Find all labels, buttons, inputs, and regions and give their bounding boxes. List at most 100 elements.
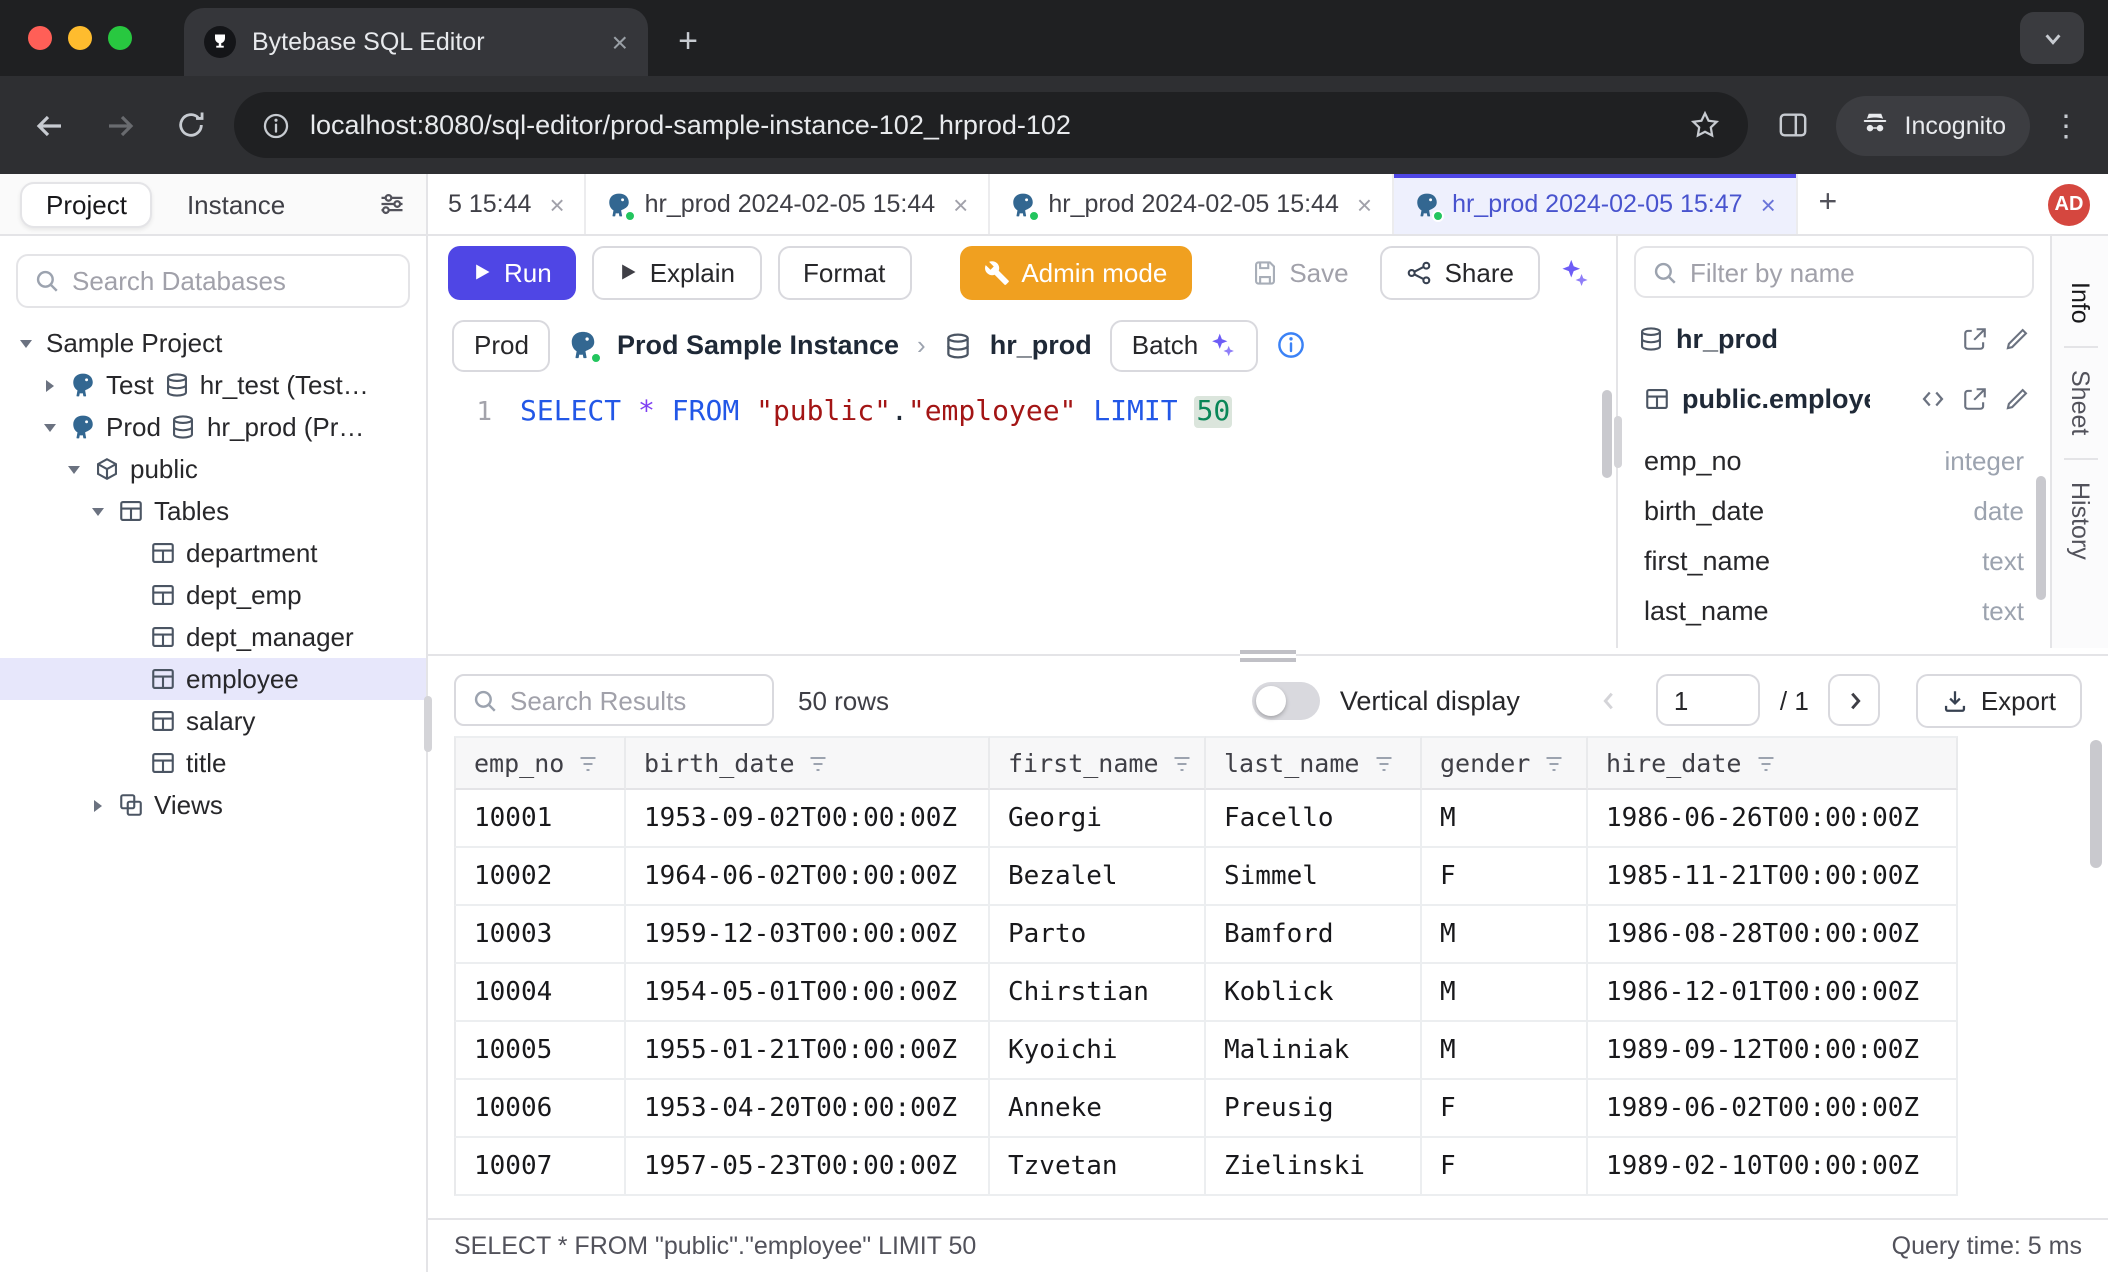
caret-down-icon[interactable] <box>64 459 84 479</box>
sort-icon[interactable] <box>1542 751 1566 775</box>
column-row-birth-date[interactable]: birth_datedate <box>1618 486 2050 536</box>
back-button[interactable] <box>24 99 76 151</box>
column-header-emp-no[interactable]: emp_no <box>454 736 626 790</box>
worksheet-tab-4[interactable]: hr_prod 2024-02-05 15:47× <box>1394 174 1798 234</box>
environment-chip[interactable]: Prod <box>452 319 551 371</box>
share-button[interactable]: Share <box>1381 245 1540 299</box>
tree-item-test[interactable]: Testhr_test (Test… <box>0 364 426 406</box>
sort-icon[interactable] <box>1371 751 1395 775</box>
edit-pencil-icon[interactable] <box>2004 385 2030 411</box>
tree-item-employee[interactable]: employee <box>0 658 426 700</box>
results-scrollbar[interactable] <box>2090 740 2102 868</box>
new-tab-button[interactable]: + <box>660 14 716 70</box>
column-header-first-name[interactable]: first_name <box>990 736 1206 790</box>
zoom-window-button[interactable] <box>108 26 132 50</box>
sql-editor[interactable]: 1 SELECT * FROM "public"."employee" LIMI… <box>428 382 1616 648</box>
tab-instance[interactable]: Instance <box>187 189 285 219</box>
explain-button[interactable]: Explain <box>592 245 761 299</box>
page-number-input[interactable] <box>1656 674 1760 726</box>
schema-database-row[interactable]: hr_prod <box>1618 312 2050 364</box>
close-tab-icon[interactable]: × <box>1761 189 1776 219</box>
editor-scrollbar[interactable] <box>1602 390 1612 478</box>
export-button[interactable]: Export <box>1917 673 2082 727</box>
sql-code-line[interactable]: SELECT * FROM "public"."employee" LIMIT … <box>520 396 1232 648</box>
forward-button[interactable] <box>94 99 146 151</box>
caret-right-icon[interactable] <box>88 795 108 815</box>
database-search-box[interactable] <box>16 254 410 308</box>
save-button[interactable]: Save <box>1235 245 1364 299</box>
side-tab-info[interactable]: Info <box>2066 260 2094 346</box>
column-row-emp-no[interactable]: emp_nointeger <box>1618 436 2050 486</box>
schema-filter-input[interactable] <box>1690 257 2016 287</box>
admin-mode-button[interactable]: Admin mode <box>959 245 1191 299</box>
database-search-input[interactable] <box>72 266 392 296</box>
side-panel-button[interactable] <box>1767 99 1819 151</box>
column-row-last-name[interactable]: last_nametext <box>1618 586 2050 636</box>
schema-table-row[interactable]: public.employee <box>1618 372 2050 424</box>
sort-icon[interactable] <box>576 751 600 775</box>
worksheet-tab-3[interactable]: hr_prod 2024-02-05 15:44× <box>990 174 1394 234</box>
run-button[interactable]: Run <box>448 245 576 299</box>
bookmark-star-icon[interactable] <box>1691 110 1721 140</box>
tree-item-public[interactable]: public <box>0 448 426 490</box>
filter-settings-button[interactable] <box>378 190 406 218</box>
close-tab-icon[interactable]: × <box>549 189 564 219</box>
horizontal-splitter[interactable] <box>428 648 2108 664</box>
close-tab-icon[interactable]: × <box>953 189 968 219</box>
format-button[interactable]: Format <box>777 245 911 299</box>
database-name[interactable]: hr_prod <box>990 330 1092 360</box>
splitter-grip[interactable] <box>1240 650 1296 662</box>
caret-down-icon[interactable] <box>40 417 60 437</box>
caret-down-icon[interactable] <box>16 333 36 353</box>
minimize-window-button[interactable] <box>68 26 92 50</box>
panel-resize-handle[interactable] <box>1614 416 1622 468</box>
add-worksheet-tab-button[interactable]: + <box>1798 174 1858 234</box>
column-header-gender[interactable]: gender <box>1422 736 1588 790</box>
tree-item-sample-project[interactable]: Sample Project <box>0 322 426 364</box>
worksheet-tab-1[interactable]: 5 15:44× <box>428 174 587 234</box>
url-bar[interactable]: localhost:8080/sql-editor/prod-sample-in… <box>234 92 1749 158</box>
code-icon[interactable] <box>1920 385 1946 411</box>
tree-item-prod[interactable]: Prodhr_prod (Pr… <box>0 406 426 448</box>
sort-icon[interactable] <box>1171 751 1195 775</box>
edit-pencil-icon[interactable] <box>2004 325 2030 351</box>
close-window-button[interactable] <box>28 26 52 50</box>
external-link-icon[interactable] <box>1962 325 1988 351</box>
vertical-display-toggle[interactable] <box>1252 681 1320 719</box>
batch-button[interactable]: Batch <box>1110 319 1259 371</box>
side-tab-history[interactable]: History <box>2066 459 2094 581</box>
schema-filter-box[interactable] <box>1634 246 2034 298</box>
column-row-first-name[interactable]: first_nametext <box>1618 536 2050 586</box>
browser-tab[interactable]: Bytebase SQL Editor × <box>184 8 648 76</box>
column-header-hire-date[interactable]: hire_date <box>1588 736 1958 790</box>
info-icon[interactable] <box>1276 330 1306 360</box>
caret-right-icon[interactable] <box>40 375 60 395</box>
close-tab-icon[interactable]: × <box>1357 189 1372 219</box>
next-page-button[interactable] <box>1829 674 1881 726</box>
results-search-box[interactable] <box>454 674 774 726</box>
tab-project[interactable]: Project <box>20 181 153 227</box>
caret-down-icon[interactable] <box>88 501 108 521</box>
sort-icon[interactable] <box>1753 751 1777 775</box>
close-tab-icon[interactable]: × <box>612 28 628 56</box>
tree-item-views[interactable]: Views <box>0 784 426 826</box>
user-avatar[interactable]: AD <box>2048 183 2090 225</box>
sort-icon[interactable] <box>807 751 831 775</box>
sidebar-resize-handle[interactable] <box>424 695 432 751</box>
instance-name[interactable]: Prod Sample Instance <box>617 330 899 360</box>
tree-item-dept-manager[interactable]: dept_manager <box>0 616 426 658</box>
side-tab-sheet[interactable]: Sheet <box>2066 348 2094 457</box>
external-link-icon[interactable] <box>1962 385 1988 411</box>
ai-assistant-button[interactable] <box>1560 257 1590 287</box>
tree-item-tables[interactable]: Tables <box>0 490 426 532</box>
tree-item-title[interactable]: title <box>0 742 426 784</box>
tree-item-department[interactable]: department <box>0 532 426 574</box>
column-header-last-name[interactable]: last_name <box>1206 736 1422 790</box>
worksheet-tab-2[interactable]: hr_prod 2024-02-05 15:44× <box>587 174 991 234</box>
reload-button[interactable] <box>164 99 216 151</box>
tree-item-dept-emp[interactable]: dept_emp <box>0 574 426 616</box>
results-search-input[interactable] <box>510 685 756 715</box>
schema-scrollbar[interactable] <box>2036 476 2046 600</box>
prev-page-button[interactable] <box>1584 674 1636 726</box>
column-header-birth-date[interactable]: birth_date <box>626 736 990 790</box>
